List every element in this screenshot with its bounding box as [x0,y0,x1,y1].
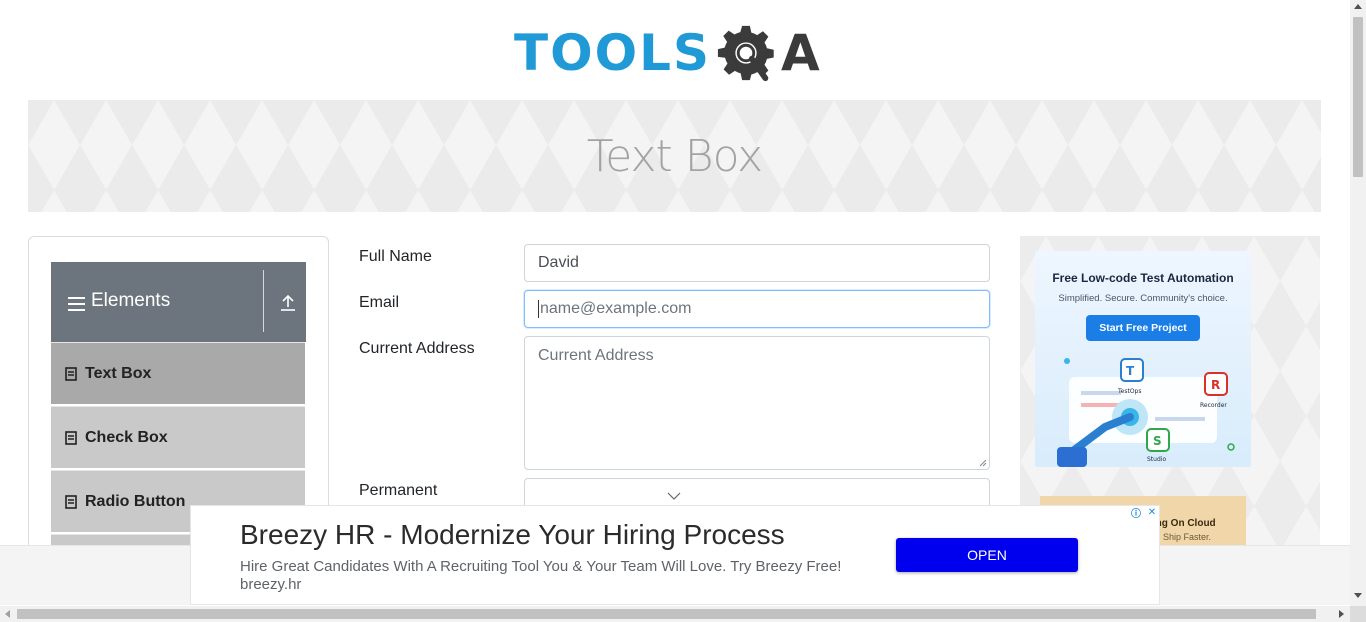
collapse-upload-icon[interactable] [279,294,297,312]
katalon-ad[interactable]: Free Low-code Test Automation Simplified… [1035,251,1251,467]
svg-text:R: R [1211,378,1220,392]
testops-label: TestOps [1117,388,1141,395]
document-icon [65,494,77,509]
side-ad-headline: Free Low-code Test Automation [1052,271,1234,285]
logo-tools-text: TOOLS [514,24,711,82]
scroll-down-arrow-icon[interactable] [1354,593,1362,598]
sidebar-item-label: Radio Button [85,492,186,510]
full-name-label: Full Name [359,248,432,265]
recorder-label: Recorder [1200,402,1227,409]
page-title: Text Box [586,130,763,182]
page: TOOLS A Text Box Elements Text Box Check… [0,0,1366,622]
current-address-textarea[interactable]: Current Address [524,336,990,470]
side-ad-subline: Simplified. Secure. Community's choice. [1058,293,1228,304]
gear-magnifier-icon [717,25,774,82]
automation-illustration: T TestOps R Recorder S Studio [1057,358,1235,467]
studio-label: Studio [1147,456,1166,463]
document-icon [65,430,77,445]
svg-text:T: T [1126,364,1135,378]
sidebar-item-label: Text Box [85,364,152,382]
sidebar-group-elements[interactable]: Elements [51,262,306,342]
bottom-ad-domain: breezy.hr [240,576,302,593]
bottom-ad-description: Hire Great Candidates With A Recruiting … [240,558,842,575]
scroll-right-arrow-icon[interactable] [1339,610,1344,618]
full-name-input[interactable]: David [524,244,990,282]
chevron-down-icon [667,492,681,500]
scrollbar-corner [1350,606,1366,622]
vertical-scrollbar[interactable] [1350,0,1366,606]
svg-text:S: S [1153,434,1162,448]
vertical-scroll-thumb[interactable] [1353,17,1363,177]
email-input[interactable]: name@example.com [524,290,990,328]
email-placeholder: name@example.com [540,300,692,317]
full-name-value: David [538,254,579,271]
sidebar-divider [263,270,264,332]
page-banner: Text Box [28,100,1321,212]
toolsqa-logo[interactable]: TOOLS A [514,16,838,90]
permanent-address-label: Permanent [359,482,438,499]
logo-qa-text: A [781,24,820,82]
bottom-ad-headline[interactable]: Breezy HR - Modernize Your Hiring Proces… [240,519,785,551]
horizontal-scrollbar[interactable] [0,606,1350,622]
resize-handle-icon[interactable] [979,459,987,467]
cloud-ad-subline: . Ship Faster. [1158,532,1212,542]
sidebar-group-title: Elements [91,290,171,311]
email-label: Email [359,294,400,311]
horizontal-scroll-thumb[interactable] [17,609,1316,619]
sidebar-item-label: Check Box [85,428,168,446]
sidebar-item-check-box[interactable]: Check Box [51,406,305,468]
current-address-label: Current Address [359,340,475,357]
info-icon[interactable]: ⓘ [1129,505,1143,520]
open-button[interactable]: OPEN [896,538,1078,572]
hamburger-icon [68,297,85,311]
document-icon [65,366,77,381]
current-address-placeholder: Current Address [538,347,654,364]
breezy-ad[interactable]: Breezy HR - Modernize Your Hiring Proces… [190,505,1160,605]
close-icon[interactable]: ✕ [1145,505,1159,519]
text-cursor [538,300,539,318]
adchoices[interactable]: ⓘ ✕ [1129,505,1160,520]
scroll-left-arrow-icon[interactable] [5,610,10,618]
scroll-up-arrow-icon[interactable] [1354,4,1362,9]
start-free-project-button[interactable]: Start Free Project [1086,315,1200,341]
sidebar-item-text-box[interactable]: Text Box [51,342,305,404]
